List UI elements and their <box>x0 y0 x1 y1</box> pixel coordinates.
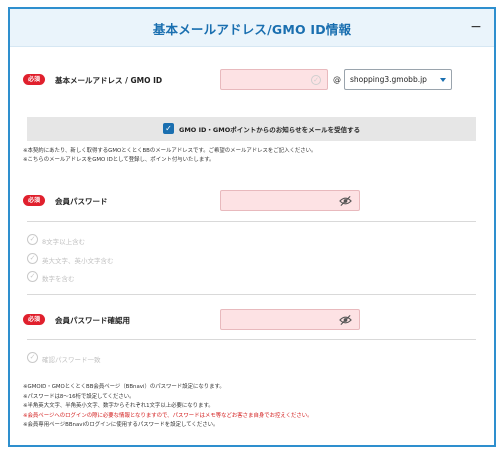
rule-text: 8文字以上含む <box>42 238 86 246</box>
consent-bar: ✓ GMO ID・GMOポイントからのお知らせをメールを受信する <box>27 117 476 141</box>
password-confirm-label: 会員パスワード確認用 <box>55 316 130 325</box>
check-circle-icon: ✓ <box>27 253 38 264</box>
domain-value: shopping3.gmobb.jp <box>350 75 427 84</box>
footer-note: ※GMOID・GMOとくとくBB会員ページ（BBnavi）のパスワード設定になり… <box>23 384 225 390</box>
panel-title: 基本メールアドレス/GMO ID情報 <box>152 22 352 37</box>
check-circle-icon: ✓ <box>27 271 38 282</box>
check-circle-icon: ✓ <box>27 234 38 245</box>
password-label: 会員パスワード <box>55 197 108 206</box>
consent-label[interactable]: GMO ID・GMOポイントからのお知らせをメールを受信する <box>179 124 360 134</box>
required-badge: 必須 <box>23 314 45 325</box>
consent-checkbox[interactable]: ✓ <box>163 123 174 134</box>
divider <box>27 294 476 295</box>
footer-note: ※半角英大文字、半角英小文字、数字からそれぞれ1文字以上必要になります。 <box>23 403 214 409</box>
rule-text: 英大文字、英小文字含む <box>42 257 114 265</box>
rule-text: 数字を含む <box>42 275 75 283</box>
footer-note: ※パスワードは8～16桁で設定してください。 <box>23 393 135 400</box>
check-circle-icon: ✓ <box>311 75 321 85</box>
domain-select[interactable]: shopping3.gmobb.jp <box>344 69 452 90</box>
collapse-icon[interactable]: − <box>468 18 484 36</box>
rule-text: 確認パスワード一致 <box>42 356 101 364</box>
password-confirm-input[interactable] <box>220 309 360 330</box>
required-badge: 必須 <box>23 195 45 206</box>
footer-note: ※会員専用ページBBnaviのログインに使用するパスワードを設定してください。 <box>23 422 219 428</box>
divider <box>27 221 476 222</box>
eye-off-icon[interactable] <box>339 195 352 207</box>
check-circle-icon: ✓ <box>27 352 38 363</box>
required-badge: 必須 <box>23 74 45 85</box>
email-input[interactable]: ✓ <box>220 69 328 90</box>
footer-note-warning: ※会員ページへのログインの際に必要な情報となりますので、パスワードはメモ等などお… <box>23 412 313 419</box>
email-gmo-id-panel: 基本メールアドレス/GMO ID情報 − 必須 基本メールアドレス / GMO … <box>8 7 496 447</box>
email-note: ※こちらのメールアドレスをGMO IDとして登録し、ポイント付与いたします。 <box>23 157 215 163</box>
password-input[interactable] <box>220 190 360 211</box>
at-sign: @ <box>333 75 341 84</box>
divider <box>27 339 476 340</box>
chevron-down-icon <box>440 78 446 82</box>
panel-header[interactable]: 基本メールアドレス/GMO ID情報 − <box>10 9 494 47</box>
email-label: 基本メールアドレス / GMO ID <box>55 76 163 85</box>
eye-off-icon[interactable] <box>339 314 352 326</box>
